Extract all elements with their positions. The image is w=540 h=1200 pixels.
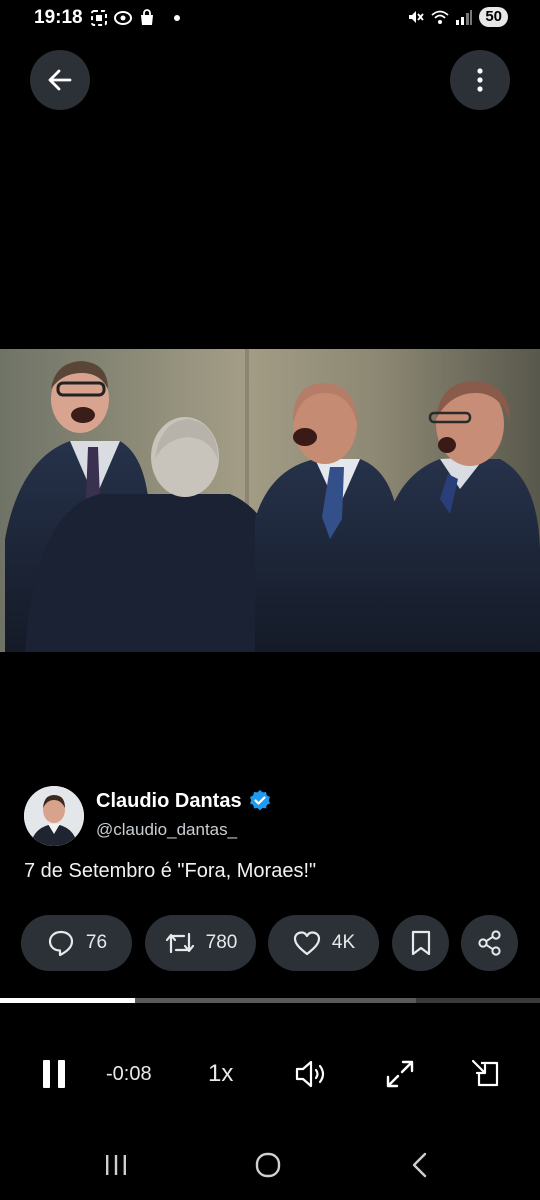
retweet-count: 780	[205, 932, 238, 953]
more-vertical-icon	[477, 68, 483, 92]
more-options-button[interactable]	[450, 50, 510, 110]
share-button[interactable]	[461, 915, 518, 971]
tweet-text: 7 de Setembro é "Fora, Moraes!"	[24, 860, 317, 882]
arrow-left-icon	[48, 69, 72, 91]
recents-icon	[106, 1155, 126, 1175]
retweet-button[interactable]: 780	[145, 915, 256, 971]
wifi-icon	[431, 10, 449, 24]
bookmark-icon	[411, 930, 430, 956]
author-name[interactable]: Claudio Dantas	[96, 789, 272, 813]
avatar-image	[24, 786, 84, 846]
like-button[interactable]: 4K	[268, 915, 379, 971]
author-avatar[interactable]	[24, 786, 84, 846]
like-count: 4K	[331, 932, 356, 953]
played-progress	[0, 998, 135, 1003]
video-still-image	[0, 349, 540, 652]
seek-bar[interactable]	[0, 998, 540, 1003]
app-notification-icon	[114, 11, 132, 25]
share-icon	[477, 930, 501, 956]
video-frame[interactable]	[0, 349, 540, 652]
bookmark-button[interactable]	[392, 915, 449, 971]
heart-icon	[293, 931, 320, 956]
system-back-button[interactable]	[400, 1148, 440, 1182]
pause-button[interactable]	[36, 1052, 72, 1096]
status-bar: 19:18 50	[0, 0, 540, 36]
fullscreen-button[interactable]	[382, 1052, 418, 1096]
screenshot-icon	[91, 10, 107, 26]
home-button[interactable]	[248, 1148, 288, 1182]
verified-badge-icon	[249, 790, 270, 811]
volume-button[interactable]	[294, 1052, 330, 1096]
video-player-screen: 19:18 50 Claudio Dantas @claudio_dantas_…	[0, 0, 540, 1200]
notification-icons	[90, 9, 180, 27]
system-icons: 50	[407, 7, 508, 27]
home-icon	[255, 1152, 281, 1178]
recents-button[interactable]	[96, 1148, 136, 1182]
shopping-bag-icon	[141, 9, 153, 25]
system-navigation-bar	[0, 1130, 540, 1200]
signal-icon	[456, 10, 473, 25]
reply-count: 76	[85, 932, 108, 953]
more-notifications-dot	[174, 15, 180, 21]
pip-icon	[471, 1059, 499, 1087]
author-name-text: Claudio Dantas	[96, 789, 242, 812]
time-remaining: -0:08	[106, 1062, 152, 1085]
pause-icon	[43, 1060, 65, 1088]
reply-icon	[48, 930, 74, 957]
author-handle[interactable]: @claudio_dantas_	[96, 820, 237, 840]
battery-indicator: 50	[479, 7, 508, 27]
chevron-left-icon	[412, 1152, 427, 1178]
picture-in-picture-button[interactable]	[468, 1052, 504, 1096]
back-button[interactable]	[30, 50, 90, 110]
mute-icon	[409, 11, 425, 23]
playback-speed-button[interactable]: 1x	[208, 1052, 233, 1096]
expand-icon	[386, 1060, 414, 1088]
status-time: 19:18	[34, 7, 83, 28]
retweet-icon	[165, 932, 194, 954]
reply-button[interactable]: 76	[21, 915, 132, 971]
volume-icon	[295, 1060, 325, 1088]
